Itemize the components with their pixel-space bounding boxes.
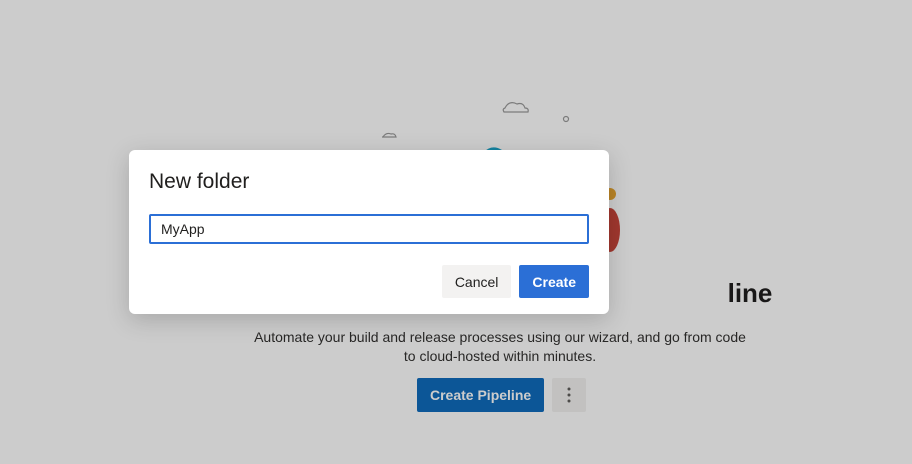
cancel-button[interactable]: Cancel (441, 265, 512, 298)
create-button[interactable]: Create (519, 265, 589, 298)
new-folder-dialog: New folder Cancel Create (129, 150, 609, 314)
dialog-title: New folder (149, 170, 250, 193)
folder-name-input[interactable] (149, 214, 589, 244)
